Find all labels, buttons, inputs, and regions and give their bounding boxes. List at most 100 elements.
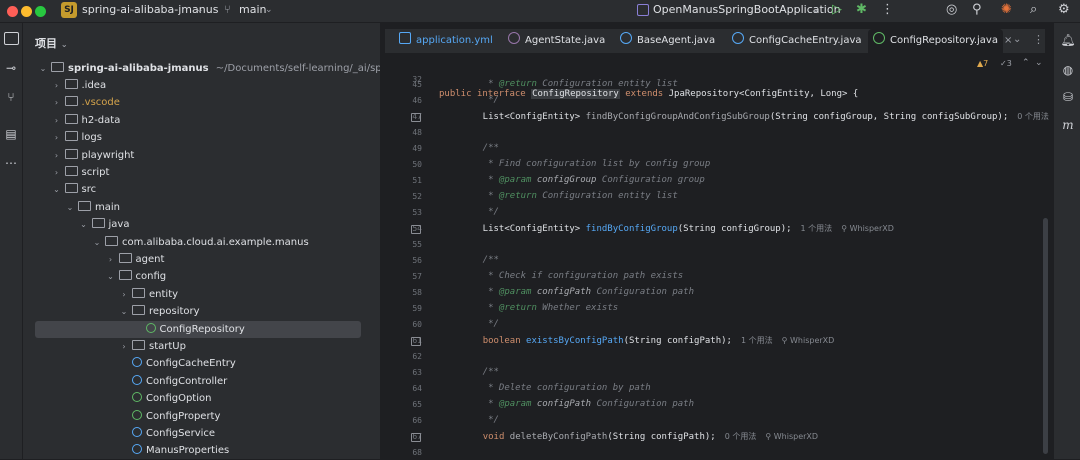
database-icon[interactable]: ⛁ bbox=[1060, 90, 1076, 104]
warnings-indicator[interactable]: ▲7 bbox=[977, 59, 988, 68]
author-hint[interactable]: ⚲ WhisperXD bbox=[841, 224, 894, 233]
tab-label: BaseAgent.java bbox=[637, 35, 716, 46]
collapse-arrow-icon: › bbox=[122, 289, 126, 299]
tree-root[interactable]: ⌄ spring-ai-alibaba-jmanus ~/Documents/se… bbox=[37, 60, 423, 77]
tree-item-java[interactable]: ⌄ java bbox=[78, 216, 130, 233]
chevron-down-icon[interactable]: ⌄ bbox=[1035, 58, 1043, 68]
tree-item-configcontroller[interactable]: ConfigController bbox=[118, 373, 227, 390]
tree-item-configoption[interactable]: ConfigOption bbox=[118, 390, 211, 407]
author-name: WhisperXD bbox=[790, 336, 835, 345]
code-text: /** bbox=[461, 367, 499, 377]
line-number: 52 bbox=[412, 192, 422, 201]
usages-hint[interactable]: 0 个用法 bbox=[1017, 112, 1049, 121]
code-text: void deleteByConfigPath(String configPat… bbox=[482, 432, 819, 442]
git-branches-icon[interactable]: ⑂ bbox=[3, 89, 19, 105]
structure-icon[interactable]: ▤ bbox=[3, 126, 19, 142]
tree-item-repository[interactable]: ⌄ repository bbox=[118, 303, 200, 320]
implementation-gutter-icon[interactable] bbox=[411, 225, 421, 234]
tree-item-main[interactable]: ⌄ main bbox=[64, 199, 120, 216]
ai-assistant-icon[interactable]: ◍ bbox=[1060, 63, 1076, 77]
author-hint[interactable]: ⚲ WhisperXD bbox=[782, 336, 835, 345]
user-icon: ⚲ bbox=[841, 224, 850, 233]
minimize-window-button[interactable] bbox=[21, 6, 32, 17]
tree-item-playwright[interactable]: › playwright bbox=[51, 147, 134, 164]
implementation-gutter-icon[interactable] bbox=[411, 337, 421, 346]
tree-item-manusproperties[interactable]: ManusProperties bbox=[118, 442, 229, 459]
line-number: 55 bbox=[412, 240, 422, 249]
run-config-icon bbox=[637, 4, 649, 16]
expand-arrow-icon: ⌄ bbox=[80, 220, 87, 230]
code-editor[interactable]: 32 public interface ConfigRepository ext… bbox=[385, 53, 1049, 459]
sticky-line: 32 public interface ConfigRepository ext… bbox=[385, 57, 1045, 99]
chevron-down-icon[interactable]: ⌄ bbox=[1013, 34, 1021, 45]
chevron-up-icon[interactable]: ⌃ bbox=[1022, 58, 1030, 68]
code-with-me-icon[interactable]: ◎ bbox=[946, 2, 957, 17]
tree-item-configcacheentry[interactable]: ConfigCacheEntry bbox=[118, 355, 236, 372]
panel-title[interactable]: 项目 ⌄ bbox=[35, 35, 68, 51]
tab-label: ConfigCacheEntry.java bbox=[749, 35, 862, 46]
tree-item-configservice[interactable]: ConfigService bbox=[118, 425, 215, 442]
tree-item-label: ConfigOption bbox=[146, 393, 212, 405]
code-text: boolean existsByConfigPath(String config… bbox=[482, 336, 835, 346]
tree-item-configrepository[interactable]: ConfigRepository bbox=[35, 320, 361, 338]
implementation-gutter-icon[interactable] bbox=[411, 113, 421, 122]
checks-indicator[interactable]: ✓3 bbox=[1000, 59, 1012, 68]
settings-icon[interactable]: ⚙ bbox=[1058, 2, 1070, 17]
tree-item-label: config bbox=[135, 271, 167, 283]
search-icon[interactable]: ⌕ bbox=[1030, 2, 1037, 17]
debug-button[interactable]: ✱ bbox=[856, 2, 867, 17]
tree-item-config[interactable]: ⌄ config bbox=[105, 268, 167, 285]
tree-item-h2-data[interactable]: › h2-data bbox=[51, 112, 120, 129]
usages-hint[interactable]: 1 个用法 bbox=[801, 224, 833, 233]
project-panel: 项目 ⌄ ⌄ spring-ai-alibaba-jmanus ~/Documen… bbox=[23, 23, 423, 459]
tree-item-script[interactable]: › script bbox=[51, 164, 109, 181]
tree-item-configproperty[interactable]: ConfigProperty bbox=[118, 408, 220, 425]
editor-scrollbar[interactable] bbox=[1043, 218, 1048, 454]
tree-item-label: java bbox=[108, 219, 130, 231]
tree-item-vscode[interactable]: › .vscode bbox=[51, 94, 120, 111]
code-line: 45 * @return Configuration entity list bbox=[385, 77, 1035, 92]
tree-item-entity[interactable]: › entity bbox=[118, 286, 178, 303]
tab-baseagent[interactable]: BaseAgent.java bbox=[620, 29, 715, 53]
more-actions-button[interactable]: ⋮ bbox=[881, 2, 894, 17]
tree-item-idea[interactable]: › .idea bbox=[51, 77, 106, 94]
tab-application-yml[interactable]: application.yml bbox=[399, 29, 493, 53]
close-tab-icon[interactable]: × bbox=[1004, 35, 1012, 46]
tree-item-agent[interactable]: › agent bbox=[105, 251, 164, 268]
add-user-icon[interactable]: ⚲ bbox=[972, 2, 982, 17]
zoom-window-button[interactable] bbox=[35, 6, 46, 17]
close-window-button[interactable] bbox=[7, 6, 18, 17]
usages-hint[interactable]: 1 个用法 bbox=[741, 336, 773, 345]
code-line: 50 * Find configuration list by config g… bbox=[385, 157, 1035, 172]
author-hint[interactable]: ⚲ WhisperXD bbox=[765, 432, 818, 441]
right-tool-strip: 🔔︎ ◍ ⛁ m bbox=[1053, 23, 1080, 459]
line-number: 48 bbox=[412, 128, 422, 137]
tree-item-startup[interactable]: › startUp bbox=[118, 338, 186, 355]
more-icon[interactable]: ⋯ bbox=[3, 155, 19, 171]
notifications-icon[interactable]: 🔔︎ bbox=[1060, 33, 1076, 47]
tab-configrepository[interactable]: ConfigRepository.java × bbox=[868, 29, 1012, 55]
branch-switcher[interactable]: main bbox=[239, 3, 266, 16]
implementation-gutter-icon[interactable] bbox=[411, 433, 421, 442]
tab-agentstate[interactable]: AgentState.java bbox=[508, 29, 605, 53]
tree-item-logs[interactable]: › logs bbox=[51, 129, 102, 146]
tab-configcacheentry[interactable]: ConfigCacheEntry.java bbox=[732, 29, 862, 53]
code-text: * @return Configuration entity list bbox=[461, 191, 678, 201]
tree-item-src[interactable]: ⌄ src bbox=[51, 181, 96, 198]
code-text: * Check if configuration path exists bbox=[461, 271, 684, 281]
expand-arrow-icon: ⌄ bbox=[107, 272, 114, 282]
project-badge[interactable]: SJ bbox=[61, 2, 77, 18]
commit-icon[interactable]: ⊸ bbox=[3, 60, 19, 76]
maven-icon[interactable]: m bbox=[1060, 118, 1076, 132]
tree-item-package[interactable]: ⌄ com.alibaba.cloud.ai.example.manus bbox=[91, 234, 309, 251]
checks-count: 3 bbox=[1006, 59, 1012, 68]
ai-assistant-icon[interactable]: ✺ bbox=[1001, 2, 1012, 17]
folder-icon[interactable] bbox=[4, 32, 19, 45]
usages-hint[interactable]: 0 个用法 bbox=[725, 432, 757, 441]
run-button[interactable]: ▷ bbox=[832, 2, 842, 17]
code-text: /** bbox=[461, 255, 499, 265]
code-line: 52 * @return Configuration entity list bbox=[385, 189, 1035, 204]
tree-item-label: logs bbox=[81, 132, 102, 144]
code-text: * Find configuration list by config grou… bbox=[461, 159, 711, 169]
more-tabs-icon[interactable]: ⋮ bbox=[1033, 33, 1044, 46]
